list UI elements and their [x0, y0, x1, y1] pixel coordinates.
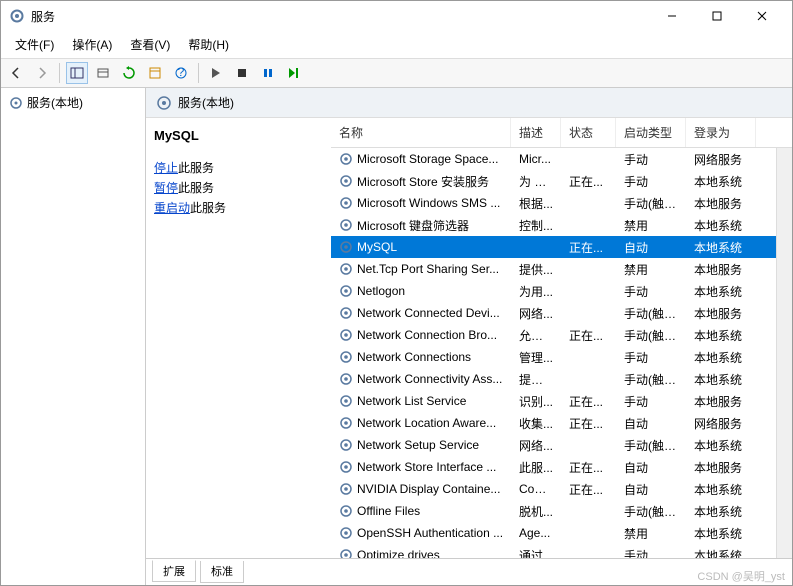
toolbar: ? [1, 59, 792, 88]
window-title: 服务 [31, 8, 649, 25]
restart-service-button[interactable] [283, 62, 305, 84]
table-row[interactable]: OpenSSH Authentication ...Age...禁用本地系统 [331, 522, 776, 544]
heading-row: 服务(本地) [146, 88, 792, 118]
tab-extended[interactable]: 扩展 [152, 560, 196, 582]
table-row[interactable]: Network Store Interface ...此服...正在...自动本… [331, 456, 776, 478]
back-button[interactable] [5, 62, 27, 84]
stop-service-button[interactable] [231, 62, 253, 84]
table-row[interactable]: Optimize drives通过...手动本地系统 [331, 544, 776, 558]
pause-service-button[interactable] [257, 62, 279, 84]
table-row[interactable]: Network Connectivity Ass...提供 ...手动(触发..… [331, 368, 776, 390]
selected-service-title: MySQL [154, 128, 323, 143]
restart-link[interactable]: 重启动 [154, 201, 190, 215]
table-row[interactable]: Microsoft 键盘筛选器控制...禁用本地系统 [331, 214, 776, 236]
table-row[interactable]: Microsoft Windows SMS ...根据...手动(触发...本地… [331, 192, 776, 214]
service-icon [339, 262, 353, 276]
stop-link[interactable]: 停止 [154, 161, 178, 175]
table-row[interactable]: Microsoft Storage Space...Micr...手动网络服务 [331, 148, 776, 170]
service-list: 名称 描述 状态 启动类型 登录为 Microsoft Storage Spac… [331, 118, 792, 558]
table-row[interactable]: Microsoft Store 安装服务为 M...正在...手动本地系统 [331, 170, 776, 192]
properties-button[interactable] [144, 62, 166, 84]
heading-icon [156, 95, 172, 111]
list-header: 名称 描述 状态 启动类型 登录为 [331, 118, 792, 148]
service-icon [339, 152, 353, 166]
service-icon [339, 350, 353, 364]
app-icon [9, 8, 25, 24]
service-icon [339, 372, 353, 386]
service-icon [339, 196, 353, 210]
table-row[interactable]: Network Setup Service网络...手动(触发...本地系统 [331, 434, 776, 456]
service-icon [339, 218, 353, 232]
tree-pane: 服务(本地) [1, 88, 146, 585]
service-icon [339, 306, 353, 320]
service-icon [339, 174, 353, 188]
forward-button[interactable] [31, 62, 53, 84]
export-button[interactable] [92, 62, 114, 84]
col-desc[interactable]: 描述 [511, 118, 561, 147]
service-icon [339, 526, 353, 540]
menu-help[interactable]: 帮助(H) [180, 33, 237, 56]
menu-bar: 文件(F) 操作(A) 查看(V) 帮助(H) [1, 31, 792, 59]
service-icon [339, 416, 353, 430]
table-row[interactable]: MySQL正在...自动本地系统 [331, 236, 776, 258]
tree-root-item[interactable]: 服务(本地) [7, 92, 139, 113]
scrollbar[interactable] [776, 148, 792, 558]
col-start[interactable]: 启动类型 [616, 118, 686, 147]
table-row[interactable]: Network Connection Bro...允许 ...正在...手动(触… [331, 324, 776, 346]
service-icon [339, 504, 353, 518]
table-row[interactable]: Network Location Aware...收集...正在...自动网络服… [331, 412, 776, 434]
svg-text:?: ? [178, 66, 185, 79]
service-icon [339, 328, 353, 342]
tree-root-label: 服务(本地) [27, 94, 83, 111]
table-row[interactable]: NVIDIA Display Containe...Cont...正在...自动… [331, 478, 776, 500]
col-status[interactable]: 状态 [561, 118, 616, 147]
table-row[interactable]: Network List Service识别...正在...手动本地服务 [331, 390, 776, 412]
table-row[interactable]: Offline Files脱机...手动(触发...本地系统 [331, 500, 776, 522]
show-hide-tree-button[interactable] [66, 62, 88, 84]
table-row[interactable]: Net.Tcp Port Sharing Ser...提供...禁用本地服务 [331, 258, 776, 280]
service-icon [339, 394, 353, 408]
table-row[interactable]: Netlogon为用...手动本地系统 [331, 280, 776, 302]
refresh-button[interactable] [118, 62, 140, 84]
service-icon [339, 548, 353, 558]
menu-view[interactable]: 查看(V) [122, 33, 178, 56]
col-name[interactable]: 名称 [331, 118, 511, 147]
minimize-button[interactable] [649, 2, 694, 30]
table-row[interactable]: Network Connected Devi...网络...手动(触发...本地… [331, 302, 776, 324]
service-icon [339, 460, 353, 474]
services-icon [9, 96, 23, 110]
service-icon [339, 284, 353, 298]
detail-pane: MySQL 停止此服务 暂停此服务 重启动此服务 [146, 118, 331, 558]
tabs: 扩展 标准 [146, 558, 792, 585]
title-bar: 服务 [1, 1, 792, 31]
heading-text: 服务(本地) [178, 94, 234, 111]
col-logon[interactable]: 登录为 [686, 118, 756, 147]
table-row[interactable]: Network Connections管理...手动本地系统 [331, 346, 776, 368]
start-service-button[interactable] [205, 62, 227, 84]
tab-standard[interactable]: 标准 [200, 561, 244, 583]
service-icon [339, 438, 353, 452]
pause-link[interactable]: 暂停 [154, 181, 178, 195]
service-icon [339, 240, 353, 254]
close-button[interactable] [739, 2, 784, 30]
menu-file[interactable]: 文件(F) [7, 33, 62, 56]
menu-action[interactable]: 操作(A) [64, 33, 120, 56]
help-button[interactable]: ? [170, 62, 192, 84]
maximize-button[interactable] [694, 2, 739, 30]
service-icon [339, 482, 353, 496]
